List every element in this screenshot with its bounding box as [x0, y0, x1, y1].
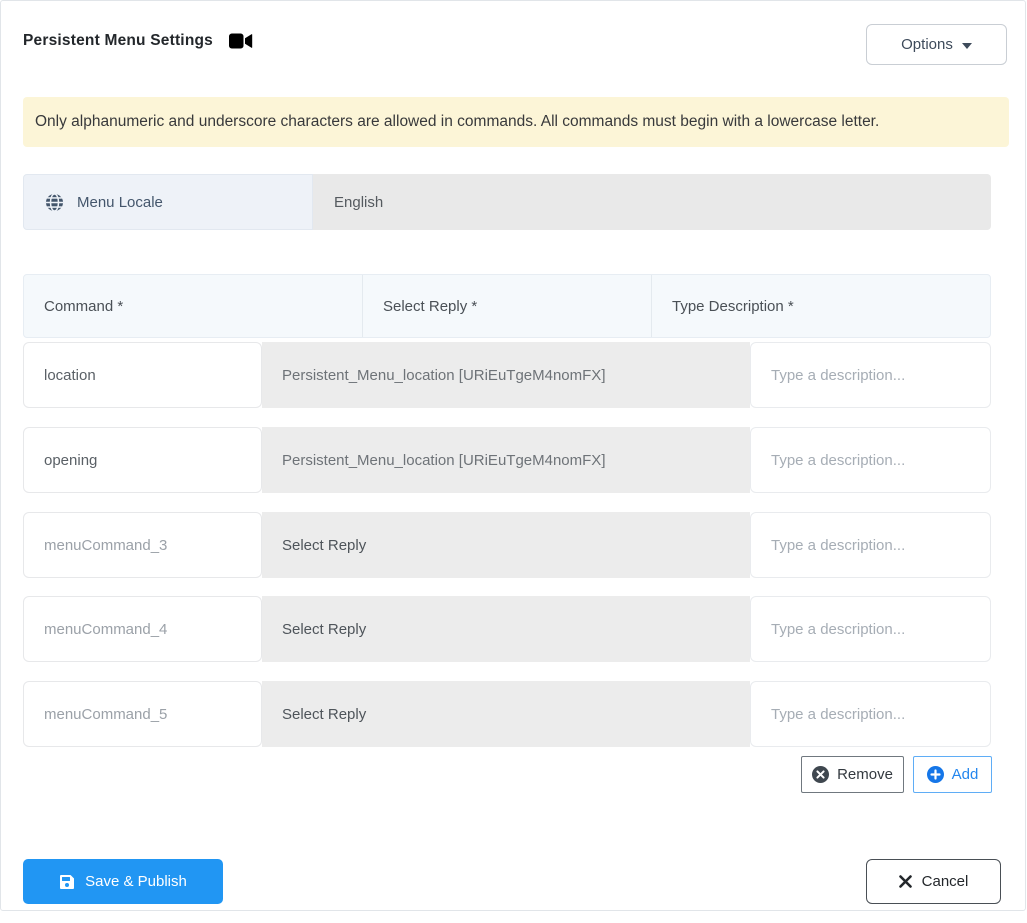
menu-locale-label-text: Menu Locale: [77, 193, 163, 211]
cancel-button[interactable]: Cancel: [866, 859, 1001, 904]
table-row: Persistent_Menu_location [URiEuTgeM4nomF…: [23, 342, 991, 408]
warning-banner: Only alphanumeric and underscore charact…: [23, 97, 1009, 147]
select-reply-field[interactable]: Select Reply: [262, 596, 750, 662]
command-input[interactable]: [23, 427, 262, 493]
select-reply-value: Select Reply: [282, 536, 367, 554]
row-actions: Remove Add: [801, 756, 992, 793]
menu-locale-value-text: English: [334, 193, 384, 211]
select-reply-value: Select Reply: [282, 620, 367, 638]
select-reply-field[interactable]: Persistent_Menu_location [URiEuTgeM4nomF…: [262, 427, 750, 493]
page-title: Persistent Menu Settings: [23, 32, 213, 49]
table-row: Select Reply: [23, 681, 991, 747]
description-input[interactable]: [750, 596, 991, 662]
options-button-label: Options: [901, 36, 953, 53]
table-row: Select Reply: [23, 512, 991, 578]
persistent-menu-settings-card: Persistent Menu Settings Options Only al…: [0, 0, 1026, 911]
globe-icon: [45, 192, 64, 212]
column-header-command: Command *: [24, 275, 363, 337]
cancel-button-label: Cancel: [921, 873, 969, 890]
add-row-button[interactable]: Add: [913, 756, 992, 793]
command-input[interactable]: [23, 596, 262, 662]
table-row: Persistent_Menu_location [URiEuTgeM4nomF…: [23, 427, 991, 493]
table-header-row: Command * Select Reply * Type Descriptio…: [23, 274, 991, 338]
select-reply-value: Select Reply: [282, 705, 367, 723]
warning-banner-text: Only alphanumeric and underscore charact…: [35, 113, 880, 130]
close-icon: [898, 875, 912, 888]
command-input[interactable]: [23, 681, 262, 747]
command-input[interactable]: [23, 342, 262, 408]
table-row: Select Reply: [23, 596, 991, 662]
description-input[interactable]: [750, 512, 991, 578]
save-publish-button[interactable]: Save & Publish: [23, 859, 223, 904]
column-header-type-description: Type Description *: [672, 297, 794, 315]
save-icon: [59, 874, 75, 890]
select-reply-value: Persistent_Menu_location [URiEuTgeM4nomF…: [282, 366, 606, 384]
circle-plus-icon: [926, 766, 944, 783]
remove-button-label: Remove: [837, 766, 893, 783]
add-button-label: Add: [951, 766, 979, 783]
save-publish-label: Save & Publish: [85, 873, 187, 890]
description-input[interactable]: [750, 342, 991, 408]
command-input[interactable]: [23, 512, 262, 578]
remove-row-button[interactable]: Remove: [801, 756, 904, 793]
menu-locale-row: Menu Locale English: [23, 174, 991, 230]
select-reply-value: Persistent_Menu_location [URiEuTgeM4nomF…: [282, 451, 606, 469]
select-reply-field[interactable]: Persistent_Menu_location [URiEuTgeM4nomF…: [262, 342, 750, 408]
description-input[interactable]: [750, 427, 991, 493]
column-header-select-reply: Select Reply *: [363, 275, 652, 337]
header: Persistent Menu Settings: [23, 32, 253, 50]
circle-x-icon: [812, 766, 830, 783]
video-camera-icon: [228, 33, 253, 49]
select-reply-field[interactable]: Select Reply: [262, 681, 750, 747]
select-reply-field[interactable]: Select Reply: [262, 512, 750, 578]
options-button[interactable]: Options: [866, 24, 1007, 65]
description-input[interactable]: [750, 681, 991, 747]
chevron-down-icon: [961, 42, 972, 49]
menu-locale-label: Menu Locale: [23, 174, 313, 230]
menu-locale-value: English: [313, 174, 991, 230]
